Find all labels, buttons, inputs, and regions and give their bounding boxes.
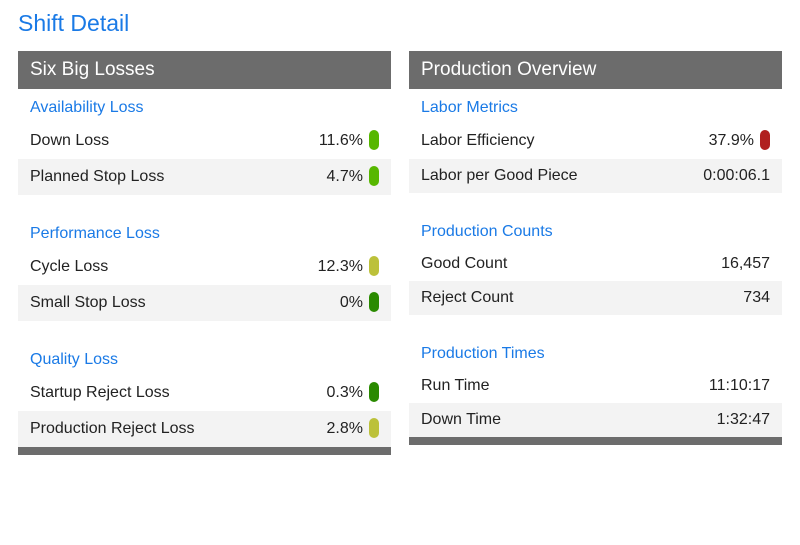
status-pill-icon [369,130,379,150]
dashboard-columns: Six Big Losses Availability Loss Down Lo… [18,51,782,455]
status-pill-icon [369,418,379,438]
section-production-times: Production Times [409,335,782,369]
section-availability-loss: Availability Loss [18,89,391,123]
section-production-counts: Production Counts [409,213,782,247]
status-pill-icon [369,166,379,186]
row-down-loss: Down Loss 11.6% [18,123,391,159]
row-value: 11:10:17 [709,377,770,395]
row-label: Small Stop Loss [30,294,340,312]
row-value: 11.6% [319,132,363,150]
row-label: Run Time [421,377,709,395]
section-quality-loss: Quality Loss [18,341,391,375]
panel-header-left: Six Big Losses [18,51,391,89]
six-big-losses-panel: Six Big Losses Availability Loss Down Lo… [18,51,391,455]
row-label: Labor Efficiency [421,132,709,150]
row-production-reject-loss: Production Reject Loss 2.8% [18,411,391,447]
row-label: Reject Count [421,289,743,307]
row-value: 2.8% [327,420,363,438]
row-value: 0:00:06.1 [703,167,770,185]
page-title: Shift Detail [18,10,782,37]
row-label: Startup Reject Loss [30,384,327,402]
row-label: Production Reject Loss [30,420,327,438]
row-value: 12.3% [318,258,363,276]
panel-bottom-bar [409,437,782,445]
row-label: Cycle Loss [30,258,318,276]
row-label: Down Time [421,411,717,429]
row-value: 1:32:47 [717,411,770,429]
row-value: 37.9% [709,132,754,150]
status-pill-icon [760,130,770,150]
row-value: 16,457 [721,255,770,273]
row-label: Labor per Good Piece [421,167,703,185]
panel-header-right: Production Overview [409,51,782,89]
row-value: 0.3% [327,384,363,402]
row-value: 0% [340,294,363,312]
status-pill-icon [369,292,379,312]
row-value: 4.7% [327,168,363,186]
production-overview-panel: Production Overview Labor Metrics Labor … [409,51,782,455]
row-labor-per-good-piece: Labor per Good Piece 0:00:06.1 [409,159,782,193]
row-label: Good Count [421,255,721,273]
row-planned-stop-loss: Planned Stop Loss 4.7% [18,159,391,195]
row-run-time: Run Time 11:10:17 [409,369,782,403]
row-cycle-loss: Cycle Loss 12.3% [18,249,391,285]
section-performance-loss: Performance Loss [18,215,391,249]
row-label: Planned Stop Loss [30,168,327,186]
row-labor-efficiency: Labor Efficiency 37.9% [409,123,782,159]
status-pill-icon [369,256,379,276]
row-startup-reject-loss: Startup Reject Loss 0.3% [18,375,391,411]
row-small-stop-loss: Small Stop Loss 0% [18,285,391,321]
row-value: 734 [743,289,770,307]
row-label: Down Loss [30,132,319,150]
status-pill-icon [369,382,379,402]
section-labor-metrics: Labor Metrics [409,89,782,123]
row-reject-count: Reject Count 734 [409,281,782,315]
row-down-time: Down Time 1:32:47 [409,403,782,437]
panel-bottom-bar [18,447,391,455]
row-good-count: Good Count 16,457 [409,247,782,281]
